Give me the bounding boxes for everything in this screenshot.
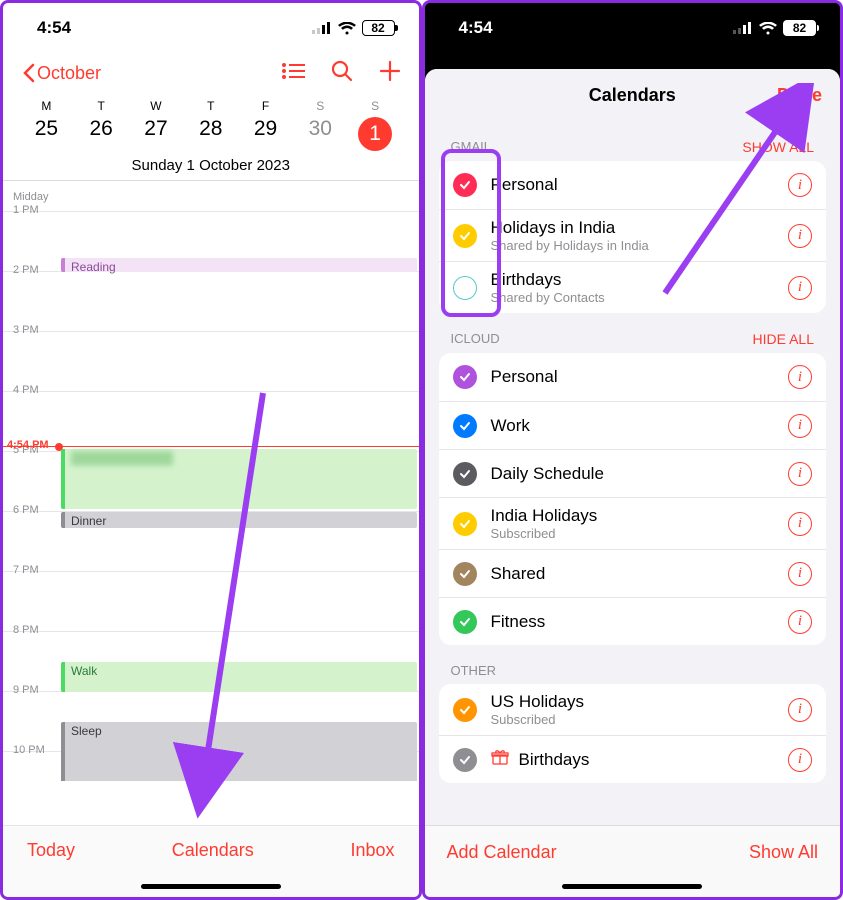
event-dinner[interactable]: Dinner <box>61 512 417 528</box>
add-icon[interactable] <box>379 60 401 87</box>
event-current[interactable]: ████████████ <box>61 449 417 509</box>
info-icon[interactable]: i <box>788 562 812 586</box>
show-all-button[interactable]: Show All <box>749 842 818 863</box>
calendar-title: Fitness <box>491 612 775 632</box>
calendar-title: Personal <box>491 175 775 195</box>
check-icon[interactable] <box>453 414 477 438</box>
cellular-icon <box>733 22 753 34</box>
check-icon[interactable] <box>453 512 477 536</box>
add-calendar-button[interactable]: Add Calendar <box>447 842 557 863</box>
wifi-icon <box>338 22 356 35</box>
search-icon[interactable] <box>331 60 353 87</box>
event-sleep[interactable]: Sleep <box>61 722 417 781</box>
section-action[interactable]: SHOW ALL <box>742 139 814 155</box>
section-header-icloud: ICLOUDHIDE ALL <box>425 313 841 353</box>
calendar-title: US Holidays <box>491 692 775 712</box>
calendar-row[interactable]: BirthdaysShared by Contacts i <box>439 261 827 313</box>
info-icon[interactable]: i <box>788 512 812 536</box>
calendar-day-view: 4:54 82 October M T W T F S S 25 26 27 2… <box>0 0 422 900</box>
check-icon[interactable] <box>453 562 477 586</box>
calendar-subtitle: Subscribed <box>491 712 775 727</box>
status-bar: 4:54 82 <box>425 3 841 53</box>
calendar-subtitle: Shared by Holidays in India <box>491 238 775 253</box>
status-time: 4:54 <box>37 18 71 38</box>
cellular-icon <box>312 22 332 34</box>
check-icon[interactable] <box>453 698 477 722</box>
weekday-row: M T W T F S S <box>3 99 419 113</box>
info-icon[interactable]: i <box>788 173 812 197</box>
nav-bar: October <box>3 53 419 93</box>
date-row[interactable]: 25 26 27 28 29 30 1 <box>3 117 419 151</box>
calendar-row[interactable]: Personal i <box>439 161 827 209</box>
date-label: Sunday 1 October 2023 <box>3 157 419 181</box>
inbox-button[interactable]: Inbox <box>350 840 394 861</box>
calendar-row[interactable]: Birthdays i <box>439 735 827 783</box>
check-icon[interactable] <box>453 610 477 634</box>
calendar-group-icloud: PersonaliWorkiDaily ScheduleiIndia Holid… <box>439 353 827 645</box>
wifi-icon <box>759 22 777 35</box>
home-indicator[interactable] <box>141 884 281 889</box>
status-bar: 4:54 82 <box>3 3 419 53</box>
calendar-title: Birthdays <box>491 270 775 290</box>
check-icon[interactable] <box>453 748 477 772</box>
section-action[interactable]: HIDE ALL <box>753 331 814 347</box>
now-indicator: 4:54 PM <box>3 446 419 447</box>
info-icon[interactable]: i <box>788 365 812 389</box>
calendars-sheet: Calendars Done GMAILSHOW ALLPersonaliHol… <box>425 69 841 897</box>
info-icon[interactable]: i <box>788 414 812 438</box>
calendar-title: Birthdays <box>519 750 775 770</box>
check-icon[interactable] <box>453 462 477 486</box>
calendars-sheet-view: 4:54 82 Calendars Done GMAILSHOW ALLPers… <box>422 0 843 900</box>
section-header-other: OTHER <box>425 645 841 684</box>
sheet-title: Calendars <box>589 85 676 106</box>
status-time: 4:54 <box>459 18 493 38</box>
done-button[interactable]: Done <box>777 85 822 106</box>
section-header-gmail: GMAILSHOW ALL <box>425 121 841 161</box>
sheet-header: Calendars Done <box>425 69 841 121</box>
calendar-title: Work <box>491 416 775 436</box>
calendar-title: Daily Schedule <box>491 464 775 484</box>
calendar-title: India Holidays <box>491 506 775 526</box>
calendar-row[interactable]: Sharedi <box>439 549 827 597</box>
check-icon[interactable] <box>453 173 477 197</box>
info-icon[interactable]: i <box>788 462 812 486</box>
calendar-row[interactable]: Worki <box>439 401 827 449</box>
info-icon[interactable]: i <box>788 698 812 722</box>
calendar-row[interactable]: India HolidaysSubscribed i <box>439 497 827 549</box>
info-icon[interactable]: i <box>788 748 812 772</box>
calendar-title: Holidays in India <box>491 218 775 238</box>
home-indicator[interactable] <box>562 884 702 889</box>
event-reading[interactable]: Reading <box>61 258 417 272</box>
calendar-row[interactable]: Daily Schedule i <box>439 449 827 497</box>
calendar-group-gmail: PersonaliHolidays in IndiaShared by Holi… <box>439 161 827 313</box>
calendar-title: Shared <box>491 564 775 584</box>
calendar-row[interactable]: Fitness i <box>439 597 827 645</box>
calendar-row[interactable]: Personal i <box>439 353 827 401</box>
event-walk[interactable]: Walk <box>61 662 417 692</box>
battery-icon: 82 <box>783 20 816 36</box>
selected-date[interactable]: 1 <box>358 117 392 151</box>
back-button[interactable]: October <box>21 63 101 84</box>
calendar-row[interactable]: US HolidaysSubscribed i <box>439 684 827 735</box>
calendar-subtitle: Shared by Contacts <box>491 290 775 305</box>
battery-icon: 82 <box>362 20 395 36</box>
info-icon[interactable]: i <box>788 276 812 300</box>
check-icon[interactable] <box>453 224 477 248</box>
calendar-group-other: US HolidaysSubscribed i Birthdays i <box>439 684 827 783</box>
calendar-title: Personal <box>491 367 775 387</box>
status-icons: 82 <box>312 20 395 36</box>
timeline[interactable]: Midday 1 PM 2 PM Reading 3 PM 4 PM 5 PM … <box>3 181 419 781</box>
info-icon[interactable]: i <box>788 224 812 248</box>
calendars-button[interactable]: Calendars <box>172 840 254 861</box>
check-icon[interactable] <box>453 276 477 300</box>
gift-icon <box>491 748 511 771</box>
info-icon[interactable]: i <box>788 610 812 634</box>
check-icon[interactable] <box>453 365 477 389</box>
list-icon[interactable] <box>281 62 305 85</box>
calendar-row[interactable]: Holidays in IndiaShared by Holidays in I… <box>439 209 827 261</box>
today-button[interactable]: Today <box>27 840 75 861</box>
calendar-subtitle: Subscribed <box>491 526 775 541</box>
